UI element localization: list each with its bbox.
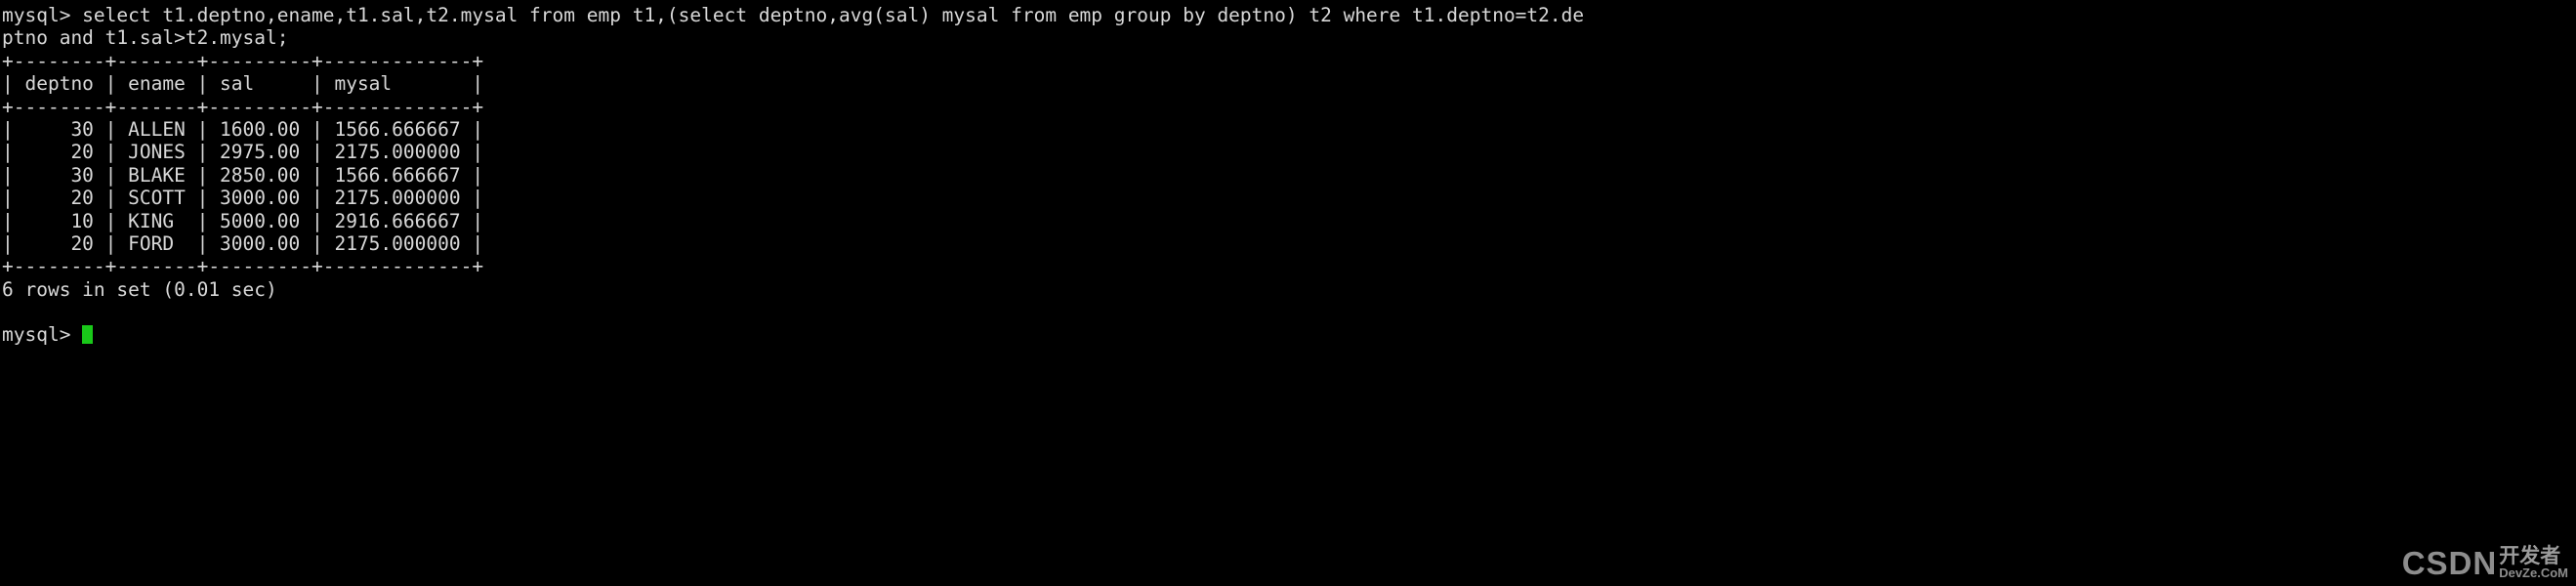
result-status-text: 6 rows in set (0.01 sec) [2, 277, 277, 301]
table-row: | 10 | KING | 5000.00 | 2916.666667 | [2, 209, 484, 232]
command-prompt-line[interactable]: mysql> [2, 323, 2576, 346]
table-row: | 30 | BLAKE | 2850.00 | 1566.666667 | [2, 163, 484, 187]
prompt-label: mysql> [2, 323, 83, 347]
table-row: | 20 | JONES | 2975.00 | 2175.000000 | [2, 141, 484, 164]
watermark-cn-top-text: 开发者 [2499, 544, 2561, 567]
table-border-header: +--------+-------+---------+------------… [2, 95, 484, 118]
watermark-brand-text: CSDN [2401, 545, 2498, 581]
watermark-cn-bottom-text: DevZe.CoM [2499, 565, 2568, 580]
terminal-line-query-part2: ptno and t1.sal>t2.mysal; [2, 26, 289, 50]
table-row: | 20 | SCOTT | 3000.00 | 2175.000000 | [2, 187, 484, 210]
watermark-cn-block: 开发者 DevZe.CoM [2499, 546, 2568, 580]
table-header-row: | deptno | ename | sal | mysal | [2, 72, 484, 96]
text-cursor [82, 325, 94, 345]
terminal-line-query-part1: mysql> select t1.deptno,ename,t1.sal,t2.… [2, 4, 1585, 26]
csdn-watermark: CSDN 开发者 DevZe.CoM [2402, 546, 2568, 580]
table-border-bottom: +--------+-------+---------+------------… [2, 255, 484, 278]
table-row: | 20 | FORD | 3000.00 | 2175.000000 | [2, 231, 484, 255]
table-border-top: +--------+-------+---------+------------… [2, 49, 484, 72]
terminal-window[interactable]: mysql> select t1.deptno,ename,t1.sal,t2.… [0, 0, 2576, 586]
table-row: | 30 | ALLEN | 1600.00 | 1566.666667 | [2, 117, 484, 141]
